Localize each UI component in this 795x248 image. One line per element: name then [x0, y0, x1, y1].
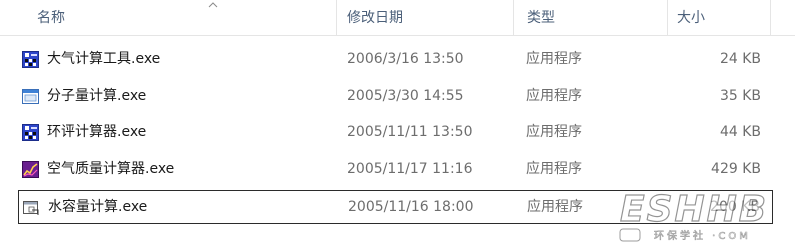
sort-ascending-icon [208, 2, 218, 8]
column-header-name[interactable]: 名称 [31, 0, 337, 35]
file-name: 空气质量计算器.exe [47, 161, 175, 177]
column-divider[interactable] [336, 0, 337, 35]
svg-text:ESHHB: ESHHB [620, 189, 768, 230]
file-name: 环评计算器.exe [47, 124, 147, 140]
column-divider[interactable] [770, 0, 771, 35]
file-type: 应用程序 [526, 161, 582, 177]
file-type: 应用程序 [526, 124, 582, 140]
site-watermark-logo: ESHHB 环保学社 ·COM [619, 188, 768, 242]
file-modified-date: 2005/3/30 14:55 [347, 88, 464, 104]
calculator-app-icon [22, 51, 39, 68]
file-name: 水容量计算.exe [48, 199, 148, 215]
column-header-size[interactable]: 大小 [671, 0, 771, 35]
column-header-type[interactable]: 类型 [521, 0, 668, 35]
generic-exe-icon [23, 201, 39, 215]
file-row[interactable]: 空气质量计算器.exe 2005/11/17 11:16 应用程序 429 KB [18, 153, 773, 187]
chart-app-icon [22, 161, 39, 178]
column-header-name-label: 名称 [37, 10, 65, 26]
file-row[interactable]: 分子量计算.exe 2005/3/30 14:55 应用程序 35 KB [18, 80, 773, 114]
calculator-app-icon [22, 124, 39, 141]
column-header-size-label: 大小 [677, 10, 705, 26]
file-size: 24 KB [719, 51, 761, 67]
file-row[interactable]: 环评计算器.exe 2005/11/11 13:50 应用程序 44 KB [18, 116, 773, 150]
file-name: 分子量计算.exe [47, 88, 147, 104]
column-divider[interactable] [667, 0, 668, 35]
watermark-text: 环保学社 ·COM [654, 229, 751, 242]
column-divider[interactable] [513, 0, 514, 35]
file-modified-date: 2005/11/16 18:00 [348, 199, 474, 215]
column-header-bar: 名称 修改日期 类型 大小 [0, 0, 795, 36]
window-app-icon [22, 89, 39, 104]
file-type: 应用程序 [526, 88, 582, 104]
file-size: 429 KB [711, 161, 761, 177]
file-modified-date: 2005/11/11 13:50 [347, 124, 473, 140]
column-header-modified[interactable]: 修改日期 [341, 0, 514, 35]
file-modified-date: 2006/3/16 13:50 [347, 51, 464, 67]
file-name: 大气计算工具.exe [47, 51, 161, 67]
file-size: 44 KB [719, 124, 761, 140]
file-type: 应用程序 [526, 51, 582, 67]
file-modified-date: 2005/11/17 11:16 [347, 161, 473, 177]
file-type: 应用程序 [527, 199, 583, 215]
file-size: 35 KB [719, 88, 761, 104]
file-row[interactable]: 大气计算工具.exe 2006/3/16 13:50 应用程序 24 KB [18, 43, 773, 77]
column-header-modified-label: 修改日期 [347, 10, 403, 26]
column-header-type-label: 类型 [527, 10, 555, 26]
